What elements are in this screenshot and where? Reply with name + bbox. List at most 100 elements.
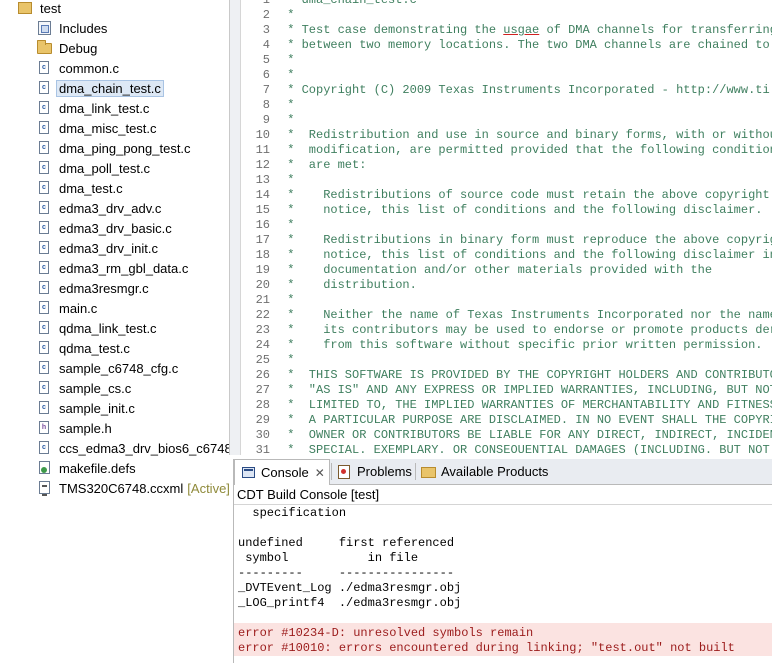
code-text: * modification, are permitted provided t… [280,143,772,157]
tree-item[interactable]: c dma_test.c [37,178,123,198]
code-line: 21 * [240,293,295,308]
line-number: 10 [255,128,270,142]
line-number: 26 [255,368,270,382]
code-line: 24 * from this software without specific… [240,338,763,353]
code-line: 23 * its contributors may be used to end… [240,323,772,338]
tree-item[interactable]: c dma_misc_test.c [37,118,157,138]
tree-item[interactable]: c common.c [37,58,119,78]
tab-available-products[interactable]: Available Products [415,459,555,484]
tab-console[interactable]: Console ✕ [234,459,330,485]
line-number: 3 [262,23,270,37]
project-root-test[interactable]: test [18,0,61,18]
tree-item[interactable]: Includes [37,18,107,38]
tree-item[interactable]: c sample_cs.c [37,378,131,398]
tree-item[interactable]: c main.c [37,298,97,318]
line-number: 17 [255,233,270,247]
code-line: 2 * [240,8,295,23]
line-number: 2 [262,8,270,22]
code-line: 29 * A PARTICULAR PURPOSE ARE DISCLAIMED… [240,413,772,428]
tree-item[interactable]: c ccs_edma3_drv_bios6_c6748_ [37,438,229,458]
tree-item[interactable]: c sample_init.c [37,398,135,418]
line-number: 15 [255,203,270,217]
code-text: * Redistribution and use in source and b… [280,128,772,142]
tree-item-label: sample.h [59,420,112,436]
console-line: symbol in file [238,551,419,565]
code-line: 7 * Copyright (C) 2009 Texas Instruments… [240,83,772,98]
console-line: undefined first referenced [238,536,455,550]
tree-item-label: edma3_drv_basic.c [59,220,172,236]
code-line: 10 * Redistribution and use in source an… [240,128,772,143]
code-text: * its contributors may be used to endors… [280,323,772,337]
tree-item[interactable]: c edma3_drv_init.c [37,238,158,258]
tree-item[interactable]: Debug [37,38,97,58]
tree-item-label: sample_cs.c [59,380,132,396]
tree-item-label: makefile.defs [59,460,136,476]
code-text: * from this software without specific pr… [280,338,763,352]
c-file-icon: c [37,260,53,276]
c-file-icon: c [37,360,53,376]
tree-item[interactable]: c qdma_link_test.c [37,318,157,338]
code-line: 11 * modification, are permitted provide… [240,143,772,158]
spelling-error-marker: usgae [503,23,540,37]
c-file-icon: c [37,340,53,356]
tree-item[interactable]: c edma3_drv_basic.c [37,218,172,238]
line-number: 7 [262,83,270,97]
code-line: 27 * "AS IS" AND ANY EXPRESS OR IMPLIED … [240,383,772,398]
console-line: _LOG_printf4 ./edma3resmgr.obj [238,596,462,610]
code-text: * Copyright (C) 2009 Texas Instruments I… [280,83,772,97]
code-line: 9 * [240,113,295,128]
console-line: specification [238,506,347,520]
tree-item[interactable]: c dma_ping_pong_test.c [37,138,191,158]
code-text: * distribution. [280,278,417,292]
c-file-icon: c [37,400,53,416]
close-icon[interactable]: ✕ [315,466,325,480]
c-file-icon: c [37,120,53,136]
tree-item[interactable]: c sample_c6748_cfg.c [37,358,178,378]
line-number: 27 [255,383,270,397]
line-number: 23 [255,323,270,337]
tree-item[interactable]: c edma3_drv_adv.c [37,198,161,218]
line-number: 30 [255,428,270,442]
code-editor[interactable]: 1 * dma_chain_test.c 2 * 3 * Test case dem… [229,0,772,455]
code-line: 19 * documentation and/or other material… [240,263,712,278]
c-file-icon: c [37,80,53,96]
line-number: 13 [255,173,270,187]
code-text: * SPECIAL. EXEMPLARY. OR CONSEOUENTIAL D… [280,443,770,455]
line-number: 14 [255,188,270,202]
tree-item[interactable]: c dma_chain_test.c [37,78,164,98]
line-number: 21 [255,293,270,307]
code-line: 14 * Redistributions of source code must… [240,188,770,203]
tab-problems[interactable]: Problems [331,459,415,484]
tree-item[interactable]: TMS320C6748.ccxml [Active] [37,478,229,498]
code-text: * [280,113,295,127]
tree-item[interactable]: c edma3_rm_gbl_data.c [37,258,188,278]
tree-item-label: edma3_drv_init.c [59,240,158,256]
c-file-icon: c [37,140,53,156]
c-file-icon: c [37,220,53,236]
line-number: 25 [255,353,270,367]
c-file-icon: c [37,180,53,196]
tree-item-label: edma3resmgr.c [59,280,149,296]
code-text: * between two memory locations. The two … [280,38,772,52]
tree-item[interactable]: c edma3resmgr.c [37,278,149,298]
line-number: 1 [262,0,270,7]
tree-item-label: qdma_link_test.c [59,320,157,336]
project-explorer: test IncludesDebugccommon.ccdma_chain_te… [0,0,229,663]
code-text: * [280,293,295,307]
code-line: 6 * [240,68,295,83]
console-output[interactable]: specification undefined first referenced … [234,504,772,663]
view-tab-bar: Console ✕ Problems Available Products [234,459,772,485]
tree-item[interactable]: c dma_poll_test.c [37,158,150,178]
tree-item[interactable]: h sample.h [37,418,112,438]
c-file-icon: c [37,380,53,396]
tree-item[interactable]: c qdma_test.c [37,338,130,358]
code-text: * [280,353,295,367]
code-text: * LIMITED TO, THE IMPLIED WARRANTIES OF … [280,398,772,412]
code-line: 1 * dma_chain_test.c [240,0,417,8]
c-file-icon: c [37,280,53,296]
tree-item[interactable]: makefile.defs [37,458,136,478]
tree-item[interactable]: c dma_link_test.c [37,98,149,118]
console-error-line: error #10010: errors encountered during … [238,641,735,655]
code-text: * "AS IS" AND ANY EXPRESS OR IMPLIED WAR… [280,383,772,397]
c-file-icon: c [37,320,53,336]
